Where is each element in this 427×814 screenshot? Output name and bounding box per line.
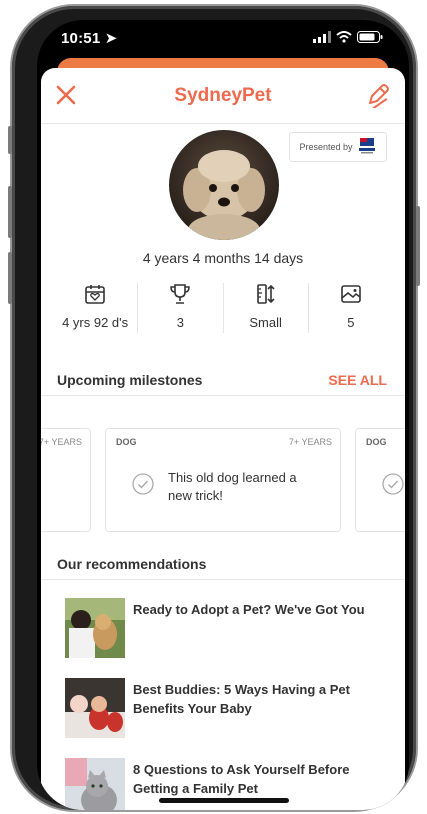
home-indicator[interactable] [159, 798, 289, 803]
article-title: Ready to Adopt a Pet? We've Got You [133, 602, 365, 617]
phone-screen: 10:51 ➤ SydneyPet Presented by 4 years 4… [37, 20, 409, 810]
page-title: SydneyPet [174, 85, 272, 106]
person-with-dog-image-icon [65, 598, 125, 658]
recommendations-heading: Our recommendations [57, 556, 207, 572]
hills-logo-icon [358, 138, 375, 154]
list-item[interactable]: Ready to Adopt a Pet? We've Got You [65, 598, 395, 660]
calendar-heart-icon [85, 285, 105, 304]
top-bar: SydneyPet [41, 68, 405, 124]
photo-icon [341, 285, 361, 303]
milestone-kind: DOG [116, 437, 137, 447]
sponsor-logo [357, 137, 377, 157]
stat-age[interactable]: 4 yrs 92 d's [53, 283, 137, 333]
milestone-text: This old dog learned a new trick! [168, 470, 297, 503]
stat-age-value: 4 yrs 92 d's [62, 315, 129, 330]
stat-photos[interactable]: 5 [307, 283, 393, 333]
signal-icon [313, 31, 331, 43]
status-time: 10:51 ➤ [61, 30, 118, 47]
power-button [416, 206, 420, 286]
wifi-icon [336, 31, 352, 43]
battery-icon [357, 31, 383, 43]
check-circle-icon[interactable] [132, 473, 154, 495]
cat-image-icon [65, 758, 125, 810]
recommendations-header: Our recommendations [41, 546, 405, 580]
dog-photo-icon [169, 130, 279, 240]
pet-age: 4 years 4 months 14 days [142, 250, 304, 266]
presented-by-label: Presented by [299, 142, 353, 152]
see-all-link[interactable]: SEE ALL [328, 372, 387, 388]
stat-size-value: Small [249, 315, 282, 330]
check-circle-icon[interactable] [382, 473, 404, 495]
milestone-years: 7+ YEARS [41, 437, 82, 447]
article-title: 8 Questions to Ask Yourself Before Getti… [133, 762, 350, 796]
volume-up-button [8, 186, 12, 238]
stat-photos-value: 5 [347, 315, 355, 330]
milestone-card-next[interactable]: DOG [355, 428, 405, 532]
milestones-header: Upcoming milestones SEE ALL [41, 362, 405, 396]
article-thumbnail [65, 758, 125, 810]
milestones-heading: Upcoming milestones [57, 372, 203, 388]
milestone-card[interactable]: DOG 7+ YEARS This old dog learned a new … [105, 428, 341, 532]
list-item[interactable]: Best Buddies: 5 Ways Having a Pet Benefi… [65, 678, 395, 740]
milestone-years: 7+ YEARS [288, 437, 332, 447]
mute-switch [8, 126, 12, 154]
baby-with-pet-image-icon [65, 678, 125, 738]
article-thumbnail [65, 678, 125, 738]
size-icon [256, 284, 275, 304]
stats-row: 4 yrs 92 d's 3 Small 5 [53, 283, 393, 333]
stat-trophies[interactable]: 3 [137, 283, 222, 333]
trophy-icon [170, 284, 191, 304]
volume-down-button [8, 252, 12, 304]
pet-profile-sheet: SydneyPet Presented by 4 years 4 months … [41, 68, 405, 810]
pet-avatar[interactable] [169, 130, 279, 240]
milestones-carousel[interactable]: 7+ YEARS DOG 7+ YEARS This old dog learn… [41, 416, 405, 536]
status-bar: 10:51 ➤ [37, 20, 409, 58]
article-title: Best Buddies: 5 Ways Having a Pet Benefi… [133, 682, 350, 716]
stat-trophies-value: 3 [176, 315, 184, 330]
edit-pencil-icon[interactable] [365, 82, 391, 108]
milestone-kind: DOG [366, 437, 387, 447]
sponsor-badge[interactable]: Presented by [289, 132, 387, 162]
milestone-card-previous[interactable]: 7+ YEARS [41, 428, 91, 532]
article-thumbnail [65, 598, 125, 658]
stat-size[interactable]: Small [222, 283, 308, 333]
